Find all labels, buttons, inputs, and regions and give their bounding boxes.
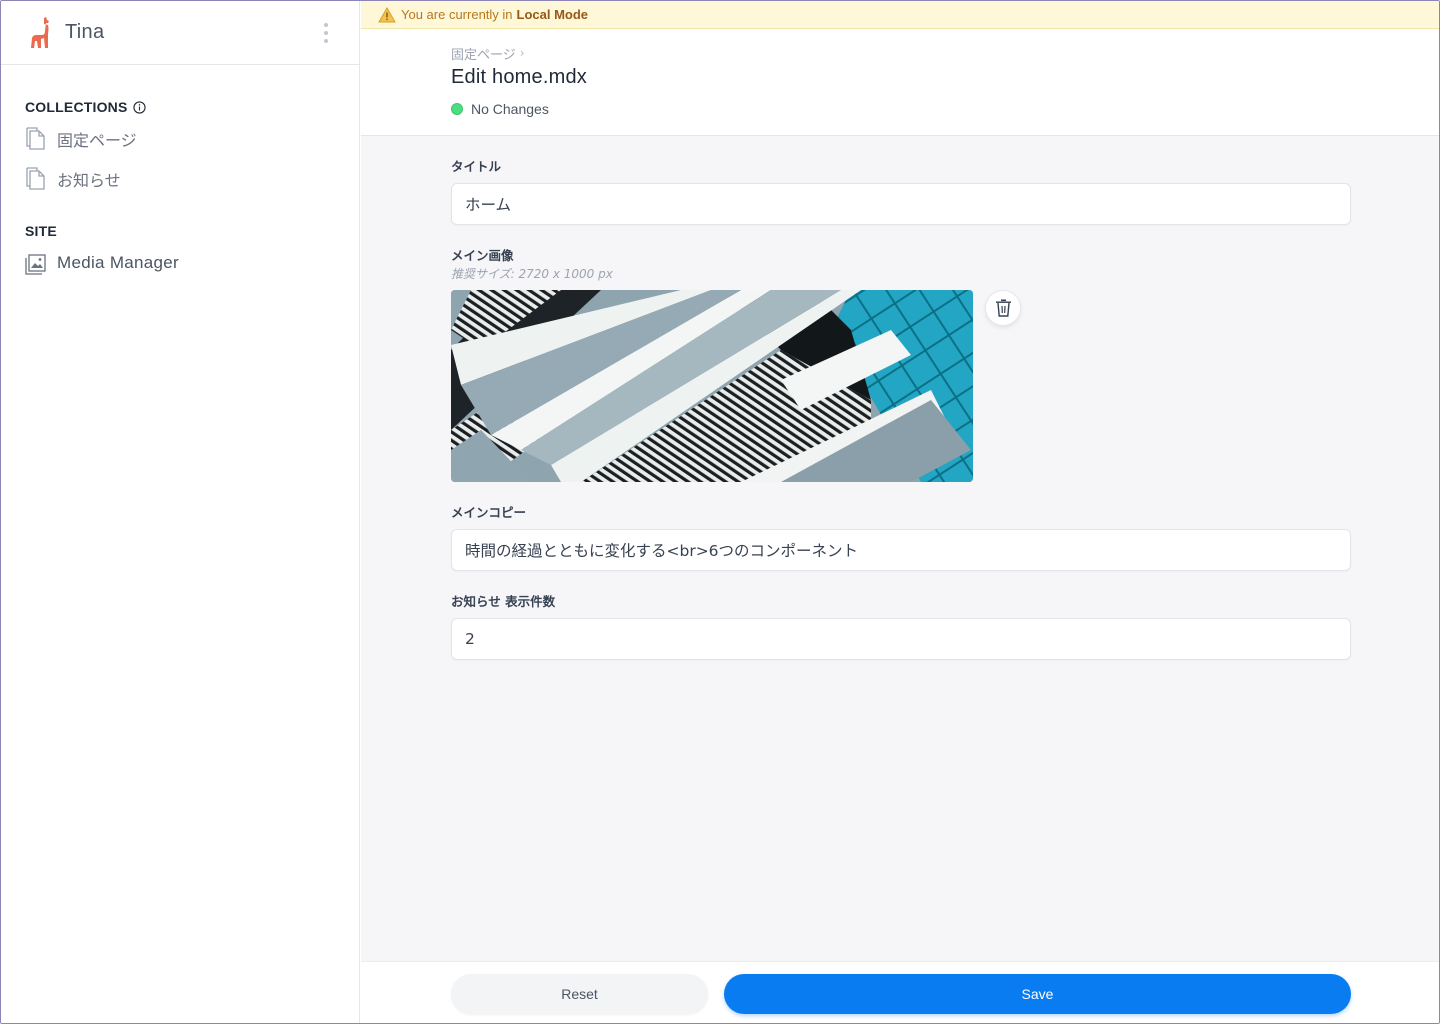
news-count-field: お知らせ 表示件数 2 [451,591,1351,660]
main-image-hint: 推奨サイズ: 2720 x 1000 px [451,267,613,281]
sidebar: Tina COLLECTIONS 固定ページ お知らせ SITE Media M… [1,1,360,1023]
main-image-preview[interactable] [451,290,973,482]
page-title: Edit home.mdx [451,66,587,88]
title-input[interactable]: ホーム [451,183,1351,225]
news-count-input[interactable]: 2 [451,618,1351,660]
sidebar-item-label: Media Manager [57,253,180,272]
status-dot-icon [451,103,463,115]
form-footer: Reset Save [361,961,1439,1023]
collections-heading: COLLECTIONS [25,99,359,115]
site-heading: SITE [25,223,359,239]
main-image-field: メイン画像 推奨サイズ: 2720 x 1000 px [451,245,1351,482]
banner-text: You are currently in [401,7,513,22]
main-copy-label: メインコピー [451,505,527,520]
trash-icon [995,299,1011,317]
main-copy-field: メインコピー 時間の経過とともに変化する<br>6つのコンポーネント [451,502,1351,571]
llama-icon [31,16,49,48]
news-count-label: お知らせ 表示件数 [451,594,556,609]
status-indicator: No Changes [451,101,1439,117]
info-icon[interactable] [132,100,146,114]
collections-heading-label: COLLECTIONS [25,99,128,115]
sidebar-item-label: お知らせ [57,173,121,190]
site-section: SITE Media Manager [1,223,359,283]
sidebar-item-media-manager[interactable]: Media Manager [25,243,359,283]
banner-mode: Local Mode [516,7,589,22]
breadcrumb: 固定ページ › [451,44,1439,63]
sidebar-item-news[interactable]: お知らせ [25,159,359,199]
save-button[interactable]: Save [724,974,1351,1014]
chevron-right-icon: › [519,46,525,60]
more-menu-icon[interactable] [323,23,329,43]
title-field: タイトル ホーム [451,156,1351,225]
warning-icon [378,6,396,22]
local-mode-banner: You are currently in Local Mode [361,1,1439,29]
document-icon [26,167,45,190]
main-panel: You are currently in Local Mode 固定ページ › … [361,1,1439,1023]
app-title: Tina [65,21,105,43]
main-copy-input[interactable]: 時間の経過とともに変化する<br>6つのコンポーネント [451,529,1351,571]
edit-header: 固定ページ › Edit home.mdx No Changes [361,29,1439,136]
sidebar-item-fixed-pages[interactable]: 固定ページ [25,119,359,159]
sidebar-item-label: 固定ページ [57,133,137,150]
main-image-label: メイン画像 [451,248,514,263]
reset-button[interactable]: Reset [451,974,708,1014]
edit-form: タイトル ホーム メイン画像 推奨サイズ: 2720 x 1000 px メイン… [361,136,1351,660]
site-heading-label: SITE [25,223,57,239]
image-preview-wrap [451,290,1351,482]
document-icon [26,127,45,150]
breadcrumb-link[interactable]: 固定ページ [451,44,516,63]
architecture-photo [451,290,973,482]
title-field-label: タイトル [451,159,502,174]
delete-image-button[interactable] [985,290,1021,326]
image-icon [25,254,46,275]
app-window: Tina COLLECTIONS 固定ページ お知らせ SITE Media M… [0,0,1440,1024]
status-text: No Changes [471,101,549,117]
sidebar-header: Tina [1,1,359,65]
collections-section: COLLECTIONS 固定ページ お知らせ [1,99,359,199]
